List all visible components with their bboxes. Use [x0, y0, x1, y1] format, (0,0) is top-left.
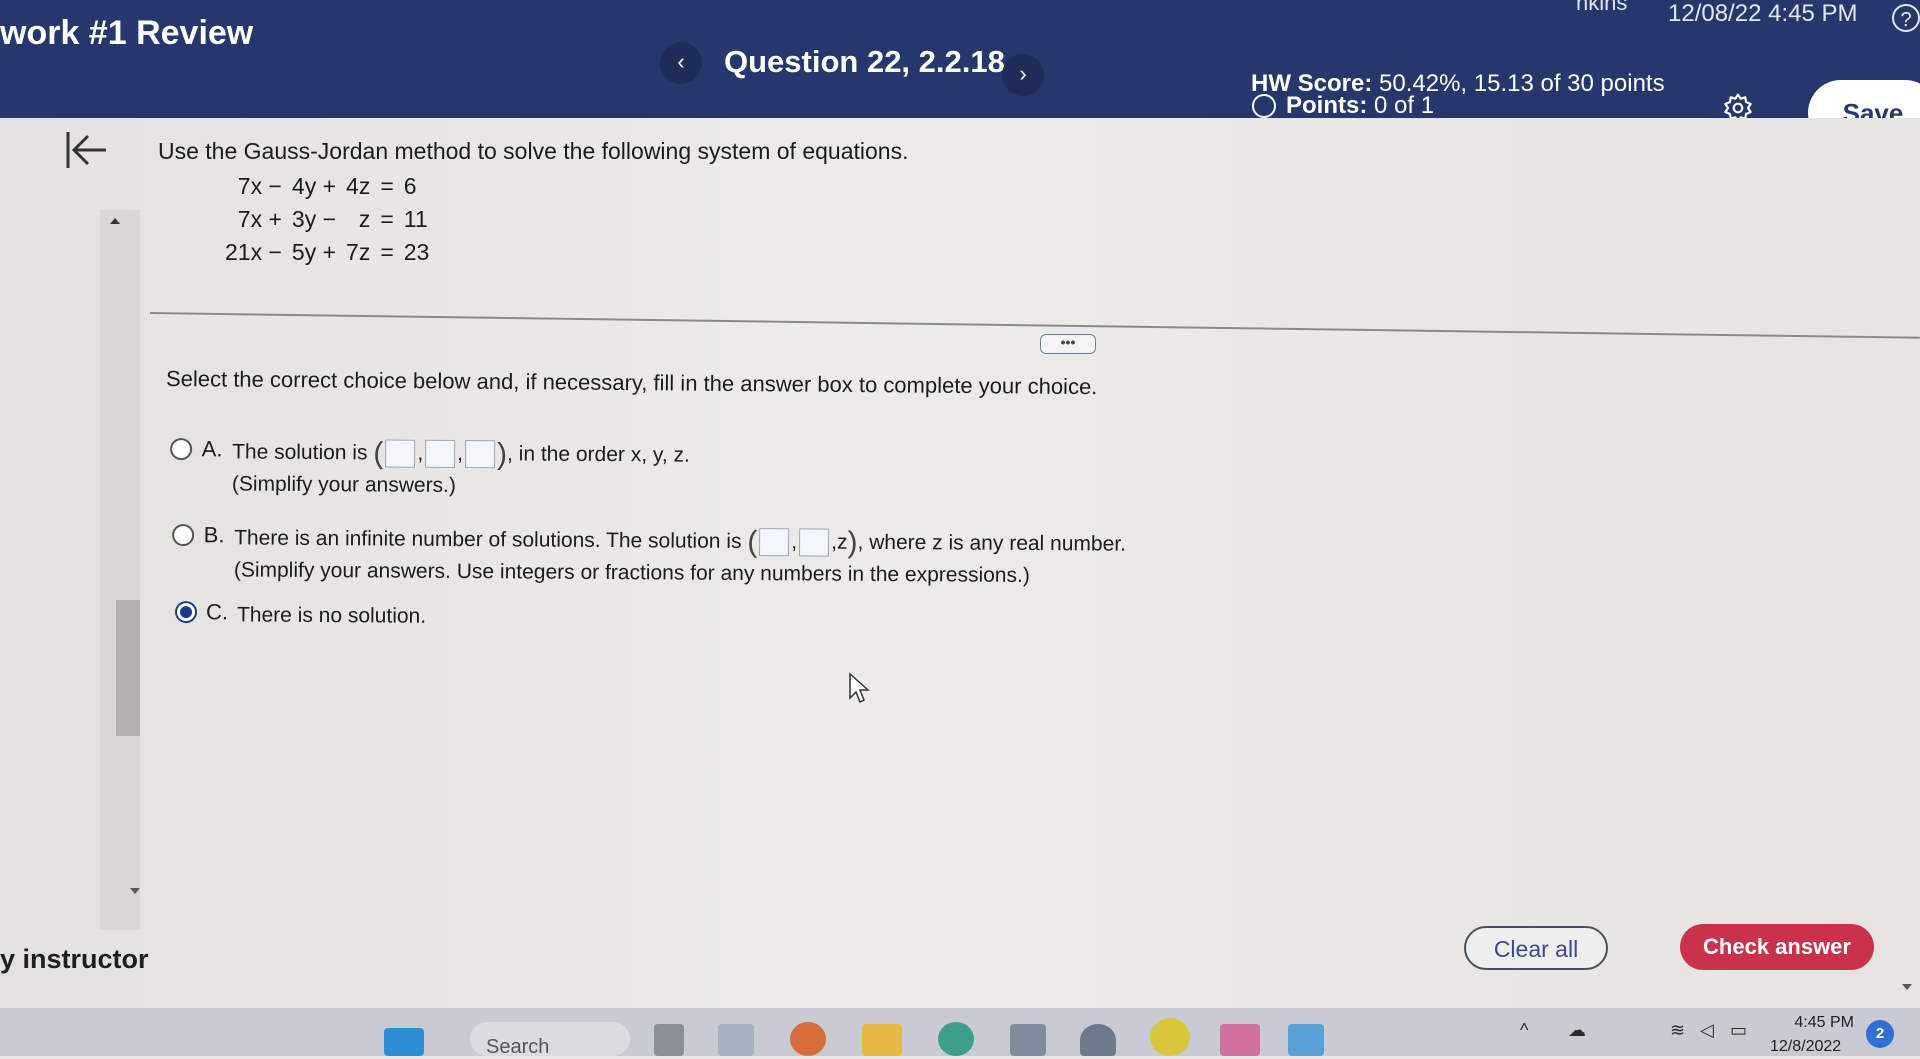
choice-a-letter: A. [201, 436, 223, 462]
scroll-down-icon[interactable] [130, 888, 140, 894]
mail-icon[interactable] [1220, 1024, 1260, 1056]
chrome-icon[interactable] [790, 1022, 826, 1056]
left-scroll-track[interactable] [100, 210, 140, 930]
choice-a[interactable]: A. The solution is (,,), in the order x,… [170, 436, 690, 504]
answer-box-bx[interactable] [759, 528, 790, 557]
eq-term: 3y − [291, 206, 337, 232]
datetime-partial: nkins [1576, 0, 1628, 15]
mouse-cursor-icon [849, 672, 870, 704]
choice-c[interactable]: C. There is no solution. [174, 599, 427, 633]
eq-term: 4y + [291, 173, 337, 199]
check-answer-button[interactable]: Check answer [1680, 924, 1874, 970]
eq-rhs: 11 [403, 206, 428, 232]
clear-all-button[interactable]: Clear all [1464, 926, 1608, 970]
app-icon-2[interactable] [1080, 1024, 1116, 1056]
equation-system: 7x − 4y + 4z = 6 7x + 3y − z = 11 21x − … [220, 170, 434, 269]
header-bar: work #1 Review nkins 12/08/22 4:45 PM ? … [0, 0, 1920, 146]
choice-a-radio[interactable] [170, 438, 193, 461]
choice-a-text: The solution is [232, 440, 368, 465]
eq-term: 7z [346, 239, 371, 265]
volume-icon[interactable]: ◁ [1700, 1020, 1714, 1041]
question-prompt: Use the Gauss-Jordan method to solve the… [158, 138, 909, 164]
answer-box-x[interactable] [385, 439, 416, 469]
notification-badge[interactable]: 2 [1866, 1020, 1894, 1048]
help-button[interactable]: ? [1892, 4, 1920, 32]
eq-term: 4z [346, 173, 371, 199]
eq-equals: = [380, 173, 394, 199]
answer-box-by[interactable] [799, 528, 830, 558]
eq-rhs: 23 [403, 239, 430, 265]
points-circle-icon [1252, 94, 1276, 118]
eq-term: 7x − [237, 173, 282, 199]
cloud-icon[interactable]: ☁ [1568, 1020, 1586, 1041]
instructor-label[interactable]: y instructor [0, 944, 149, 975]
tray-chevron-icon[interactable]: ^ [1520, 1020, 1528, 1041]
choice-b-text-after: , where z is any real number. [857, 530, 1127, 556]
points-value: 0 of 1 [1374, 92, 1435, 119]
wifi-icon[interactable]: ≋ [1670, 1020, 1685, 1041]
app-icon-4[interactable] [1288, 1024, 1324, 1056]
next-question-button[interactable]: › [1002, 54, 1044, 96]
choice-b-letter: B. [203, 522, 225, 548]
equation-row: 7x + 3y − z = 11 [220, 203, 434, 236]
choice-a-subtext: (Simplify your answers.) [231, 472, 457, 498]
choice-c-radio[interactable] [174, 601, 198, 624]
choice-c-text: There is no solution. [236, 603, 427, 628]
choice-b-text: There is an infinite number of solutions… [234, 526, 742, 553]
app-icon-3[interactable] [1150, 1018, 1190, 1056]
file-explorer-icon[interactable] [862, 1024, 902, 1056]
eq-term: 21x − [225, 239, 282, 265]
eq-term: z [358, 206, 371, 232]
windows-start-icon[interactable] [384, 1028, 424, 1056]
answer-box-y[interactable] [425, 440, 456, 469]
equation-row: 7x − 4y + 4z = 6 [220, 170, 434, 203]
choice-b-z: z [836, 530, 848, 554]
taskbar-time[interactable]: 4:45 PM [1794, 1014, 1854, 1032]
page-scroll-down-icon[interactable] [1902, 984, 1912, 990]
eq-equals: = [380, 239, 394, 265]
points: Points: 0 of 1 [1252, 92, 1434, 120]
left-scroll-thumb[interactable] [116, 600, 140, 736]
collapse-back-icon[interactable] [62, 128, 110, 172]
choice-b-subtext: (Simplify your answers. Use integers or … [233, 558, 1030, 588]
equation-row: 21x − 5y + 7z = 23 [220, 236, 434, 269]
choice-a-body: The solution is (,,), in the order x, y,… [232, 436, 690, 504]
more-options-button[interactable]: ••• [1040, 334, 1096, 354]
assignment-title: work #1 Review [0, 14, 254, 52]
eq-term: 7x + [237, 206, 282, 232]
datetime: 12/08/22 4:45 PM [1668, 0, 1858, 27]
choice-b-radio[interactable] [172, 524, 195, 547]
eq-equals: = [380, 206, 394, 232]
choice-b-body: There is an infinite number of solutions… [234, 522, 1126, 593]
taskbar-date[interactable]: 12/8/2022 [1770, 1038, 1841, 1056]
calculator-icon[interactable] [1010, 1024, 1046, 1056]
choice-b[interactable]: B. There is an infinite number of soluti… [172, 522, 1126, 593]
taskview-icon[interactable] [654, 1024, 684, 1056]
edge-icon[interactable] [938, 1022, 974, 1056]
choice-c-letter: C. [205, 599, 229, 625]
points-label: Points: [1286, 92, 1368, 119]
eq-term: 5y + [291, 239, 337, 265]
app-icon-1[interactable] [718, 1024, 754, 1056]
eq-rhs: 6 [403, 173, 417, 199]
battery-icon[interactable]: ▭ [1730, 1020, 1747, 1041]
previous-question-button[interactable]: ‹ [660, 42, 702, 84]
answer-box-z[interactable] [464, 440, 496, 469]
choice-a-text-after: , in the order x, y, z. [506, 442, 690, 467]
scroll-up-icon[interactable] [110, 218, 120, 224]
question-title: Question 22, 2.2.18 [724, 44, 1005, 79]
